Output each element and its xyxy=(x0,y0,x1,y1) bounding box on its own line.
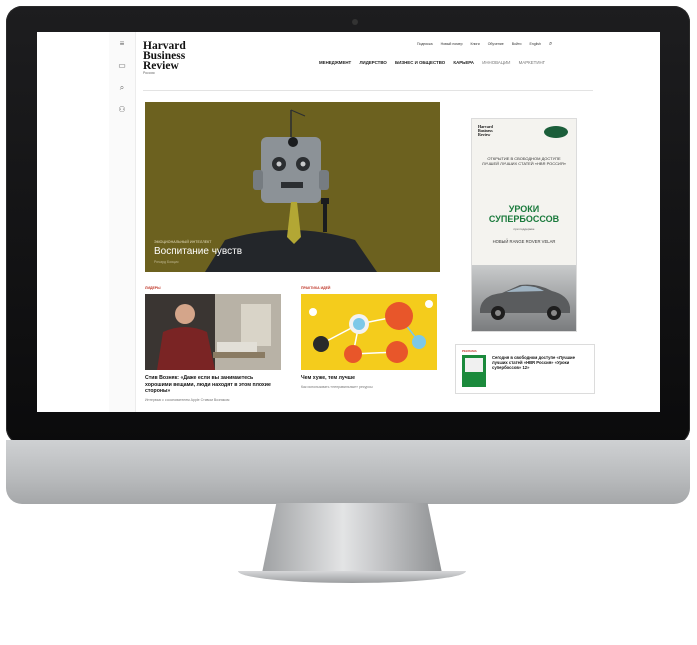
top-links: Подписка Новый номер Книги Обучение Войт… xyxy=(417,41,559,48)
hero-title[interactable]: Воспитание чувств xyxy=(154,246,242,257)
car-icon xyxy=(480,284,570,320)
main-nav: МЕНЕДЖМЕНТ ЛИДЕРСТВО БИЗНЕС И ОБЩЕСТВО К… xyxy=(319,60,552,65)
promo-text[interactable]: Сегодня в свободном доступе «Лучшие лучш… xyxy=(492,355,588,370)
ad-headline: УРОКИ СУПЕРБОССОВ xyxy=(488,204,560,224)
ad-support-text: при поддержке xyxy=(513,227,535,231)
user-icon[interactable]: ⚇ xyxy=(109,100,135,120)
link-books[interactable]: Книги xyxy=(471,42,480,46)
ad-brand-line: Review xyxy=(478,132,491,137)
link-login[interactable]: Войти xyxy=(512,42,522,46)
browser-viewport: ≡ ▭ ⌕ ⚇ Harvard Business Review Россия П… xyxy=(37,32,660,412)
camera-icon xyxy=(352,19,358,25)
promo-tag: РЕКЛАМА xyxy=(462,349,477,353)
card-illustration xyxy=(301,294,437,370)
article-card[interactable]: ПРАКТИКА ИДЕЙ Чем хуже, тем лучше Как ис… xyxy=(301,286,437,389)
hero-kicker: ЭМОЦИОНАЛЬНЫЙ ИНТЕЛЛЕКТ xyxy=(154,240,212,244)
nav-item-marketing[interactable]: МАРКЕТИНГ xyxy=(519,60,545,65)
ad-brand-logo: Harvard Business Review xyxy=(478,125,500,137)
search-icon[interactable]: ⌕ xyxy=(109,78,135,98)
link-english[interactable]: English xyxy=(529,42,540,46)
link-new-issue[interactable]: Новый номер xyxy=(441,42,463,46)
card-photo xyxy=(145,294,281,370)
monitor-chin xyxy=(6,440,690,504)
nav-item-business-society[interactable]: БИЗНЕС И ОБЩЕСТВО xyxy=(395,60,445,65)
search-icon[interactable]: ⌕ xyxy=(549,41,552,47)
ad-copy-intro: ОТКРЫТИЕ В СВОБОДНОМ ДОСТУПЕ ЛУЧШЕЙ ЛУЧШ… xyxy=(481,156,567,166)
card-headline[interactable]: Чем хуже, тем лучше xyxy=(301,375,437,382)
header-divider xyxy=(143,90,593,91)
card-image[interactable] xyxy=(301,294,437,370)
ad-product: НОВЫЙ RANGE ROVER VELAR xyxy=(492,239,556,244)
card-headline[interactable]: Стив Возняк: «Даже если вы занимаетесь х… xyxy=(145,375,281,395)
logo-line-3: Review xyxy=(143,60,179,72)
monitor-foot xyxy=(238,571,466,583)
banner-ad[interactable]: Harvard Business Review ОТКРЫТИЕ В СВОБО… xyxy=(471,118,577,332)
nav-item-leadership[interactable]: ЛИДЕРСТВО xyxy=(359,60,386,65)
link-education[interactable]: Обучение xyxy=(488,42,504,46)
ad-car-image xyxy=(472,265,576,331)
side-rail: ≡ ▭ ⌕ ⚇ xyxy=(109,32,136,412)
hero-article[interactable]: ЭМОЦИОНАЛЬНЫЙ ИНТЕЛЛЕКТ Воспитание чувст… xyxy=(145,102,440,272)
nav-item-management[interactable]: МЕНЕДЖМЕНТ xyxy=(319,60,351,65)
monitor-stand xyxy=(262,503,442,573)
article-card[interactable]: ЛИДЕРЫ Стив Возняк: «Даже если вы занима… xyxy=(145,286,281,402)
bookmark-icon[interactable]: ▭ xyxy=(109,56,135,76)
card-dek: Как использовать «неправильные» ресурсы xyxy=(301,384,373,389)
land-rover-logo-icon xyxy=(544,126,568,138)
card-dek: Интервью с сооснователем Apple Стивом Во… xyxy=(145,397,230,402)
card-image[interactable] xyxy=(145,294,281,370)
nav-item-innovation[interactable]: ИННОВАЦИИ xyxy=(482,60,510,65)
site-logo[interactable]: Harvard Business Review Россия xyxy=(143,40,201,76)
hero-byline: Ричард Бояцис xyxy=(154,260,179,264)
link-subscribe[interactable]: Подписка xyxy=(417,42,433,46)
promo-block[interactable]: РЕКЛАМА Сегодня в свободном доступе «Луч… xyxy=(455,344,595,394)
card-tag[interactable]: ЛИДЕРЫ xyxy=(145,286,281,294)
nav-item-career[interactable]: КАРЬЕРА xyxy=(453,60,474,65)
card-tag[interactable]: ПРАКТИКА ИДЕЙ xyxy=(301,286,437,294)
promo-cover-inner xyxy=(465,358,483,372)
promo-cover-image[interactable] xyxy=(462,355,486,387)
menu-icon[interactable]: ≡ xyxy=(109,34,135,54)
